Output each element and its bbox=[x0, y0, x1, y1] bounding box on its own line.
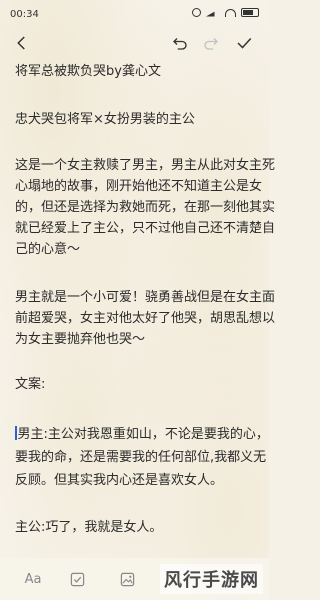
text-cursor bbox=[15, 426, 17, 440]
note-line: 己的心意～ bbox=[15, 242, 81, 257]
checkbox-icon bbox=[70, 572, 84, 586]
editor-toolbar bbox=[0, 28, 269, 58]
status-bar: 00:34 bbox=[0, 0, 269, 26]
checklist-button[interactable] bbox=[66, 568, 88, 590]
redo-button[interactable] bbox=[199, 31, 223, 55]
note-line: 这是一个女主救赎了男主，男主从此对女主死 bbox=[15, 158, 276, 173]
note-line: 前超爱哭，女主对他太好了他哭，胡思乱想以 bbox=[15, 311, 276, 326]
note-body[interactable]: 将军总被欺负哭by龚心文 忠犬哭包将军×女扮男装的主公 这是一个女主救赎了男主，… bbox=[0, 62, 275, 562]
note-line: 主公:巧了，我就是女人。 bbox=[15, 520, 163, 535]
font-style-button[interactable]: Aa bbox=[22, 568, 44, 590]
redo-icon bbox=[204, 38, 218, 50]
note-line: 反顾。但其实我内心还是喜欢女人。 bbox=[15, 473, 224, 488]
battery-icon bbox=[241, 8, 259, 17]
status-time: 00:34 bbox=[10, 9, 39, 20]
watermark: 风行手游网 bbox=[160, 564, 263, 594]
note-line: 男主就是一个小可爱！骁勇善战但是在女主面 bbox=[15, 290, 276, 305]
undo-button[interactable] bbox=[168, 31, 192, 55]
insert-image-button[interactable] bbox=[116, 568, 138, 590]
signal-icon bbox=[206, 8, 220, 17]
check-icon bbox=[237, 37, 252, 49]
note-line: 就已经爱上了主公，只不过他自己还不清楚自 bbox=[15, 221, 276, 236]
note-line: 为女主要抛弃他也哭～ bbox=[15, 332, 146, 347]
font-style-label: Aa bbox=[24, 571, 42, 587]
done-button[interactable] bbox=[232, 31, 256, 55]
note-line: 忠犬哭包将军×女扮男装的主公 bbox=[15, 112, 195, 127]
undo-icon bbox=[173, 38, 187, 50]
wifi-icon bbox=[225, 8, 236, 17]
chevron-left-icon bbox=[17, 36, 25, 50]
back-button[interactable] bbox=[10, 31, 34, 55]
note-line-with-cursor: 男主:主公对我恩重如山，不论是要我的心， bbox=[15, 425, 269, 445]
note-line: 文案: bbox=[15, 377, 46, 392]
status-icons bbox=[192, 8, 259, 17]
note-line: 将军总被欺负哭by龚心文 bbox=[15, 64, 161, 79]
image-icon bbox=[120, 572, 134, 586]
note-line: 心塌地的故事，刚开始他还不知道主公是女 bbox=[15, 179, 263, 194]
alarm-icon bbox=[192, 8, 201, 17]
note-line: 的，但还是选择为救她而死，在那一刻他其实 bbox=[15, 200, 276, 215]
note-line: 要我的命，还是需要我的任何部位,我都义无 bbox=[15, 450, 267, 465]
note-line-text: 男主:主公对我恩重如山，不论是要我的心， bbox=[17, 427, 269, 442]
